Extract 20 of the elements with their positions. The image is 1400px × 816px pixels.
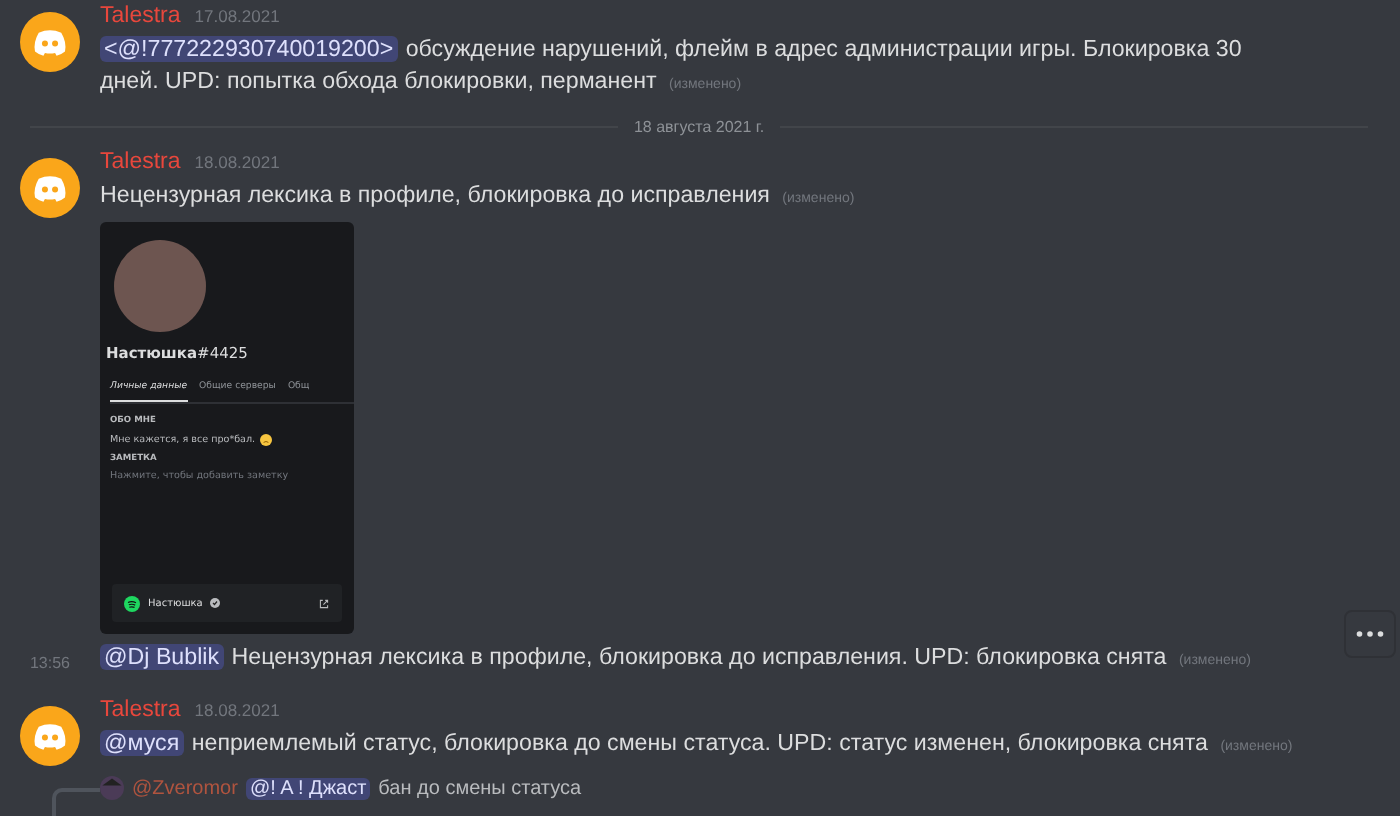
message-timestamp: 18.08.2021 bbox=[194, 700, 280, 720]
more-button[interactable] bbox=[1344, 610, 1396, 658]
ellipsis-icon bbox=[1356, 630, 1384, 638]
date-divider: 18 августа 2021 г. bbox=[633, 118, 765, 136]
message-timestamp: 17.08.2021 bbox=[194, 6, 280, 26]
user-mention[interactable]: @! A ! Джаст bbox=[245, 777, 371, 799]
user-mention[interactable]: @муся bbox=[100, 730, 184, 756]
reply-text: бан до смены статуса bbox=[378, 777, 582, 799]
avatar-icon[interactable] bbox=[20, 706, 80, 766]
music-app-icon bbox=[124, 595, 140, 611]
user-mention[interactable]: <@!777222930740019200> bbox=[100, 36, 398, 62]
photo-placeholder bbox=[114, 240, 206, 332]
message-timestamp: 18.08.2021 bbox=[194, 152, 280, 172]
message-time: 13:56 bbox=[29, 654, 71, 676]
external-link-icon[interactable] bbox=[318, 597, 330, 609]
verified-icon bbox=[210, 598, 221, 608]
user-mention[interactable]: @Dj Bublik bbox=[100, 644, 224, 670]
emoji-icon bbox=[259, 434, 272, 446]
avatar-icon[interactable] bbox=[20, 158, 80, 218]
avatar-icon[interactable] bbox=[20, 12, 80, 72]
